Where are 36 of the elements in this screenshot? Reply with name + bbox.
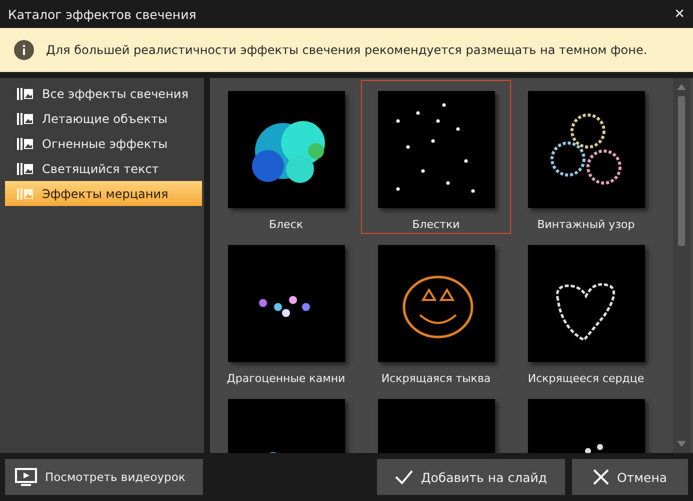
- scrollbar[interactable]: [673, 78, 690, 453]
- gallery-icon: [17, 162, 33, 174]
- effect-label: Искрящееся сердце: [528, 372, 644, 385]
- video-play-icon: [15, 468, 37, 486]
- banner-text: Для большей реалистичности эффекты свечения рекомендуется размещать на темном фоне.: [46, 43, 648, 57]
- info-icon: [14, 40, 34, 60]
- effect-label: Блеск: [268, 218, 304, 231]
- tutorial-button[interactable]: Посмотреть видеоурок: [5, 459, 203, 495]
- close-icon: [592, 469, 609, 485]
- gallery-icon: [17, 188, 33, 200]
- scrollbar-thumb[interactable]: [678, 96, 685, 246]
- gallery-icon: [17, 138, 33, 150]
- category-item[interactable]: Светящийся текст: [5, 156, 202, 181]
- effect-tile[interactable]: Блестки: [361, 80, 511, 234]
- scroll-down-icon[interactable]: [677, 441, 686, 447]
- category-item[interactable]: Летающие объекты: [5, 106, 202, 131]
- effect-label: Искрящаяся тыква: [381, 372, 491, 385]
- close-button[interactable]: ✕: [674, 6, 685, 22]
- effect-tile[interactable]: Блеск: [211, 80, 361, 234]
- scroll-up-icon[interactable]: [677, 84, 686, 90]
- effect-tile[interactable]: Искрящееся сердце: [511, 234, 661, 388]
- add-button[interactable]: Добавить на слайд: [377, 459, 565, 495]
- gallery-icon: [17, 112, 33, 124]
- category-item[interactable]: Эффекты мерцания: [5, 181, 202, 206]
- gallery-icon: [17, 88, 33, 100]
- effect-label: Блестки: [412, 218, 460, 231]
- effect-tile[interactable]: Винтажный узор: [511, 80, 661, 234]
- category-item[interactable]: Все эффекты свечения: [5, 81, 202, 106]
- effect-label: Винтажный узор: [537, 218, 635, 231]
- category-item[interactable]: Огненные эффекты: [5, 131, 202, 156]
- effect-tile[interactable]: Искрящаяся тыква: [361, 234, 511, 388]
- window-title: Каталог эффектов свечения: [8, 6, 196, 22]
- effect-tile[interactable]: Драгоценные камни: [211, 234, 361, 388]
- checkmark-icon: [395, 469, 413, 485]
- effect-label: Драгоценные камни: [226, 372, 346, 385]
- cancel-button[interactable]: Отмена: [572, 459, 688, 495]
